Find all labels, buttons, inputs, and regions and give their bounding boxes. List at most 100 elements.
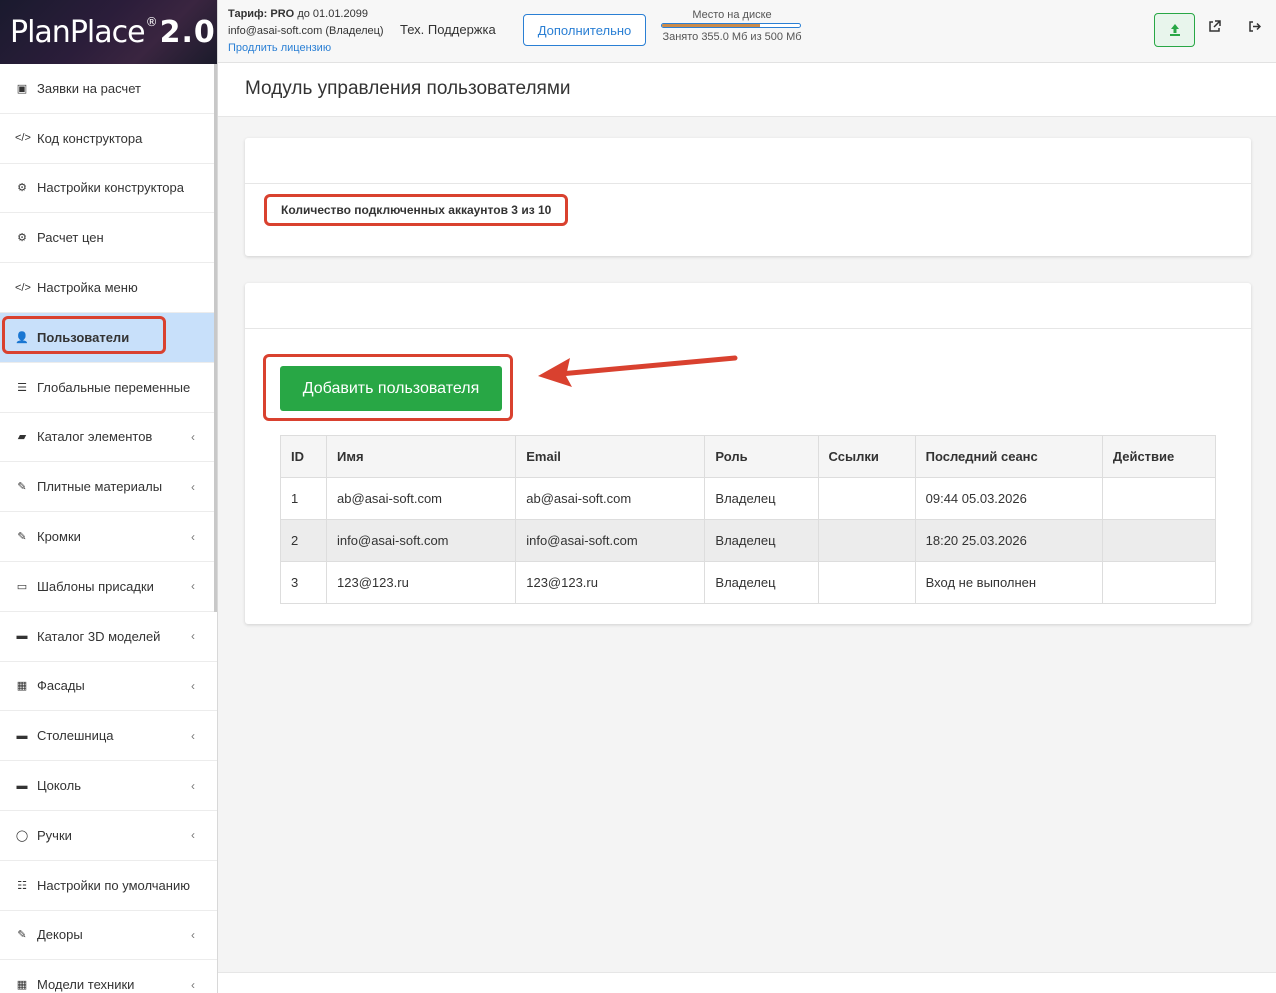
logo-text: PlanPlace [10, 14, 146, 50]
account-info: info@asai-soft.com (Владелец) [228, 25, 384, 37]
external-link-icon[interactable] [1208, 20, 1221, 36]
sidebar-item-label: Заявки на расчет [37, 80, 141, 96]
logo-registered-mark: ® [145, 15, 158, 29]
disk-usage: Место на диске Занято 355.0 Мб из 500 Мб [661, 9, 803, 43]
chevron-left-icon: ‹ [191, 927, 195, 942]
column-header[interactable]: Роль [704, 435, 819, 478]
upload-icon [1169, 24, 1180, 36]
table-cell: 09:44 05.03.2026 [914, 477, 1103, 520]
table-cell: 123@123.ru [515, 561, 706, 604]
sidebar-item-17[interactable]: ☷ Настройки по умолчанию [0, 861, 217, 911]
table-row[interactable]: 2 info@asai-soft.com info@asai-soft.com Вла… [279, 519, 1217, 562]
logout-icon[interactable] [1248, 20, 1262, 36]
add-user-button[interactable]: Добавить пользователя [280, 366, 502, 411]
sidebar-item-label: Модели техники [37, 977, 135, 993]
column-header[interactable]: Имя [326, 435, 517, 478]
sidebar-item-3[interactable]: ⚙ Настройки конструктора [0, 164, 217, 214]
chevron-left-icon: ‹ [191, 429, 195, 444]
table-cell: 123@123.ru [326, 561, 517, 604]
sidebar-item-label: Настройка меню [37, 280, 138, 296]
sidebar-item-15[interactable]: ▬ Цоколь ‹ [0, 761, 217, 811]
settings-list-icon: ☷ [17, 879, 27, 892]
calculator-icon: ▦ [16, 979, 28, 992]
sidebar-item-16[interactable]: ◯ Ручки ‹ [0, 811, 217, 861]
more-button[interactable]: Дополнительно [523, 14, 646, 46]
annotation-arrow [538, 355, 738, 387]
table-row[interactable]: 1 ab@asai-soft.com ab@asai-soft.com Владеле… [279, 477, 1217, 520]
book-icon: ▰ [17, 431, 27, 444]
window-icon: ▭ [16, 580, 28, 593]
column-header[interactable]: Действие [1101, 435, 1217, 478]
sidebar-item-label: Каталог элементов [37, 429, 153, 445]
table-cell [817, 519, 916, 562]
app-logo[interactable]: PlanPlace ® 2.0 [0, 0, 217, 64]
card-header [245, 283, 1251, 329]
brush-icon: ✎ [17, 531, 27, 544]
calculator-icon: ▣ [16, 82, 28, 95]
table-cell: Владелец [704, 519, 819, 562]
column-header[interactable]: Email [515, 435, 706, 478]
sidebar-item-11[interactable]: ▭ Шаблоны присадки ‹ [0, 562, 217, 612]
sidebar-item-9[interactable]: ✎ Плитные материалы ‹ [0, 462, 217, 513]
gears-icon: ⚙ [17, 182, 27, 195]
gears-icon: ⚙ [17, 232, 27, 245]
sidebar-item-14[interactable]: ▬ Столешница ‹ [0, 711, 217, 762]
chevron-left-icon: ‹ [191, 678, 195, 693]
sidebar-item-2[interactable]: </> Код конструктора [0, 114, 217, 164]
sidebar-item-6[interactable]: 👤 Пользователи [0, 312, 217, 363]
sidebar-item-18[interactable]: ✎ Декоры ‹ [0, 911, 217, 961]
accounts-card: Количество подключенных аккаунтов 3 из 1… [245, 138, 1251, 256]
upload-button[interactable] [1154, 13, 1195, 47]
page-title: Модуль управления пользователями [245, 78, 571, 99]
sidebar-item-13[interactable]: ▦ Фасады ‹ [0, 662, 217, 712]
sidebar-item-12[interactable]: ▬ Каталог 3D моделей ‹ [0, 612, 217, 662]
sidebar-item-19[interactable]: ▦ Модели техники ‹ [0, 960, 217, 993]
sidebar-item-label: Кромки [37, 529, 81, 545]
renew-license-link[interactable]: Продлить лицензию [228, 42, 331, 54]
sidebar-item-label: Шаблоны присадки [37, 578, 154, 594]
chevron-left-icon: ‹ [191, 778, 195, 793]
table-cell: 2 [279, 519, 328, 562]
footer [218, 972, 1276, 993]
minus-icon: ▬ [16, 630, 28, 643]
users-card: Добавить пользователя ID Имя Email Роль Ссыл… [245, 283, 1251, 624]
list-icon: ☰ [17, 381, 27, 394]
tariff-value: PRO [270, 8, 295, 20]
sidebar-item-8[interactable]: ▰ Каталог элементов ‹ [0, 413, 217, 463]
disk-used-text: Занято 355.0 Мб из 500 Мб [662, 31, 802, 43]
sidebar-item-10[interactable]: ✎ Кромки ‹ [0, 512, 217, 562]
brush-icon: ✎ [17, 929, 27, 942]
code-icon: </> [15, 281, 31, 294]
table-cell: Владелец [704, 477, 819, 520]
users-table: ID Имя Email Роль Ссылки Последний сеанс Дейст… [279, 435, 1217, 604]
sidebar-item-7[interactable]: ☰ Глобальные переменные [0, 363, 217, 413]
card-header [245, 138, 1251, 184]
sidebar-item-label: Настройки по умолчанию [37, 877, 190, 893]
table-cell: Владелец [704, 561, 819, 604]
column-header[interactable]: Ссылки [817, 435, 916, 478]
table-row[interactable]: 3 123@123.ru 123@123.ru Владелец Вход не вып… [279, 561, 1217, 604]
sidebar-item-5[interactable]: </> Настройка меню [0, 263, 217, 313]
chevron-left-icon: ‹ [191, 728, 195, 743]
column-header[interactable]: Последний сеанс [914, 435, 1103, 478]
sidebar: PlanPlace ® 2.0 ▣ Заявки на расчет </> Код ко… [0, 0, 218, 993]
sidebar-item-label: Фасады [37, 678, 85, 694]
sidebar-item-label: Декоры [37, 927, 83, 943]
sidebar-item-label: Плитные материалы [37, 479, 163, 495]
table-cell [817, 561, 916, 604]
plan-info: Тариф: PRO до 01.01.2099 info@asai-soft.… [228, 6, 384, 57]
sidebar-item-1[interactable]: ▣ Заявки на расчет [0, 64, 217, 114]
sidebar-item-label: Столешница [37, 728, 114, 744]
disk-progress-bar [661, 23, 801, 28]
column-header[interactable]: ID [279, 435, 328, 478]
table-cell: Вход не выполнен [914, 561, 1103, 604]
sidebar-item-label: Цоколь [37, 778, 81, 794]
support-link[interactable]: Тех. Поддержка [400, 22, 496, 37]
sidebar-item-4[interactable]: ⚙ Расчет цен [0, 213, 217, 264]
disk-title: Место на диске [692, 9, 772, 21]
minus-square-icon: ▬ [16, 729, 28, 742]
building-icon: ▦ [16, 680, 28, 693]
table-header-row: ID Имя Email Роль Ссылки Последний сеанс Дейст… [279, 435, 1217, 478]
sidebar-scrollbar[interactable] [214, 64, 217, 612]
brush-icon: ✎ [17, 481, 27, 494]
